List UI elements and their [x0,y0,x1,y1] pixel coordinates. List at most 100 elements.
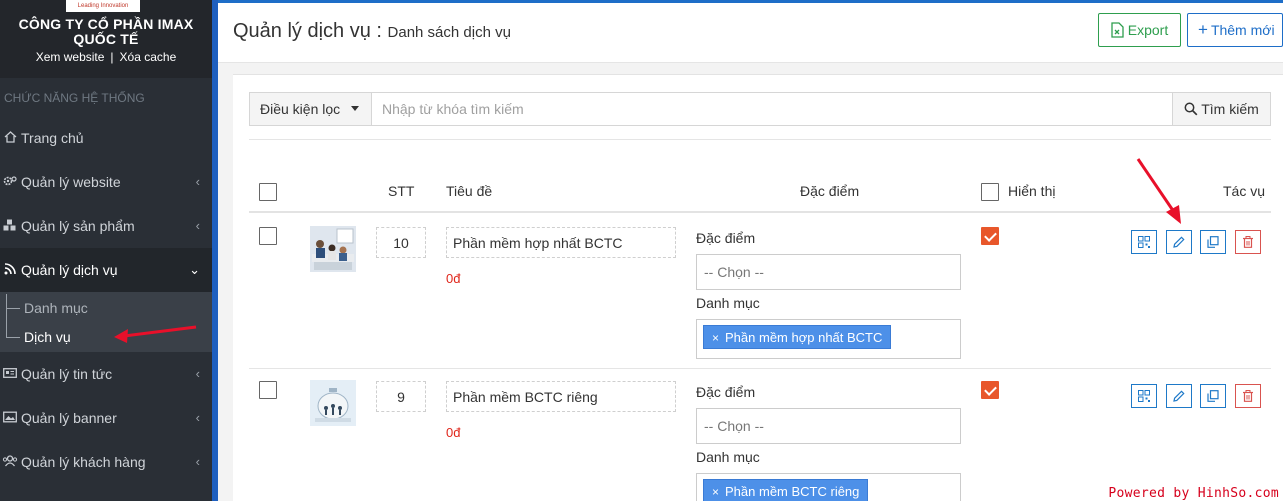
price-text: 0đ [446,425,461,440]
title-input[interactable]: Phần mềm BCTC riêng [446,381,676,412]
row-checkbox[interactable] [259,381,277,399]
sidebar-item-products[interactable]: Quản lý sản phẩm ‹ [0,204,212,248]
qr-code-icon [1138,390,1150,402]
category-tag: × Phần mềm BCTC riêng [703,479,869,501]
duplicate-button[interactable] [1200,230,1226,254]
sidebar-section-title: CHỨC NĂNG HỆ THỐNG [0,78,212,116]
pencil-icon [1173,236,1185,248]
sidebar-item-label: Quản lý tin tức [21,366,113,382]
column-header-title: Tiêu đề [446,183,493,199]
search-input[interactable] [372,93,1174,125]
services-list-panel: Điều kiện lọc Tìm kiếm STT Tiêu đề Đặc đ… [233,74,1283,501]
feature-select[interactable]: -- Chọn -- [696,408,961,444]
search-icon [1184,102,1198,116]
sidebar-item-services[interactable]: Quản lý dịch vụ ⌄ [0,248,212,292]
sidebar-item-label: Quản lý dịch vụ [21,262,118,278]
edit-button[interactable] [1166,384,1192,408]
order-input[interactable]: 10 [376,227,426,258]
category-label: Danh mục [696,295,760,311]
brand-links: Xem website | Xóa cache [0,50,212,64]
add-new-button[interactable]: + Thêm mới [1187,13,1283,47]
sidebar-item-home[interactable]: Trang chủ [0,116,212,160]
gears-icon [2,161,18,205]
export-label: Export [1127,22,1169,38]
column-header-visible: Hiển thị [1008,183,1056,199]
remove-tag-icon[interactable]: × [712,331,719,345]
column-header-feature: Đặc điểm [800,183,860,199]
company-name: CÔNG TY CỔ PHẦN IMAX QUỐC TẾ [18,16,194,47]
chevron-left-icon: ‹ [195,454,200,469]
services-submenu: Danh mục Dịch vụ [0,292,212,352]
page-title: Quản lý dịch vụ : Danh sách dịch vụ [233,20,511,43]
visible-checkbox[interactable] [981,381,999,399]
brand-area: Leading Innovation CÔNG TY CỔ PHẦN IMAX … [0,0,212,78]
users-icon [2,441,18,485]
page-subtitle: Danh sách dịch vụ [387,24,511,41]
sidebar-item-label: Quản lý website [21,174,121,190]
rss-icon [2,249,18,293]
delete-button[interactable] [1235,230,1261,254]
select-all-checkbox[interactable] [259,183,277,201]
sidebar-item-website[interactable]: Quản lý website ‹ [0,160,212,204]
sidebar-item-news[interactable]: Quản lý tin tức ‹ [0,352,212,396]
filter-condition-dropdown[interactable]: Điều kiện lọc [250,93,372,125]
table-header: STT Tiêu đề Đặc điểm Hiển thị Tác vụ [249,175,1271,213]
copy-icon [1207,390,1219,402]
chevron-left-icon: ‹ [195,174,200,189]
sidebar-item-label: Quản lý khách hàng [21,454,146,470]
clear-cache-link[interactable]: Xóa cache [120,50,177,64]
column-header-stt: STT [388,183,415,199]
company-logo[interactable]: Leading Innovation [66,0,140,12]
feature-select[interactable]: -- Chọn -- [696,254,961,290]
chevron-left-icon: ‹ [195,218,200,233]
edit-button[interactable] [1166,230,1192,254]
trash-icon [1243,236,1253,248]
page-header: Quản lý dịch vụ : Danh sách dịch vụ Expo… [218,0,1283,63]
service-thumbnail[interactable] [310,226,356,272]
row-checkbox[interactable] [259,227,277,245]
chevron-down-icon: ⌄ [189,262,200,277]
sidebar-item-customers[interactable]: Quản lý khách hàng ‹ [0,440,212,484]
sidebar-subitem-categories[interactable]: Danh mục [0,294,212,338]
sidebar-item-banner[interactable]: Quản lý banner ‹ [0,396,212,440]
qr-code-button[interactable] [1131,230,1157,254]
home-icon [2,117,18,161]
sidebar-scrollbar[interactable] [212,0,218,501]
caret-down-icon [351,106,359,111]
pencil-icon [1173,390,1185,402]
sidebar-item-label: Quản lý sản phẩm [21,218,135,234]
sidebar: Leading Innovation CÔNG TY CỔ PHẦN IMAX … [0,0,212,501]
sidebar-item-label: Trang chủ [21,130,84,146]
duplicate-button[interactable] [1200,384,1226,408]
trash-icon [1243,390,1253,402]
order-input[interactable]: 9 [376,381,426,412]
qr-code-button[interactable] [1131,384,1157,408]
view-website-link[interactable]: Xem website [36,50,105,64]
service-thumbnail[interactable] [310,380,356,426]
price-text: 0đ [446,271,461,286]
cubes-icon [2,205,18,249]
qr-code-icon [1138,236,1150,248]
sidebar-subitem-services[interactable]: Dịch vụ [0,323,212,352]
remove-tag-icon[interactable]: × [712,485,719,499]
column-header-actions: Tác vụ [1223,183,1266,199]
category-tag-input[interactable]: × Phần mềm hợp nhất BCTC [696,319,961,359]
category-tag-input[interactable]: × Phần mềm BCTC riêng [696,473,961,501]
newspaper-icon [2,353,18,397]
delete-button[interactable] [1235,384,1261,408]
chevron-left-icon: ‹ [195,366,200,381]
divider: | [110,50,114,64]
search-button[interactable]: Tìm kiếm [1172,93,1270,125]
toggle-all-visible-checkbox[interactable] [981,183,999,201]
filter-dropdown-label: Điều kiện lọc [260,101,341,117]
watermark: Powered by HinhSo.com [1106,486,1281,501]
category-label: Danh mục [696,449,760,465]
chevron-left-icon: ‹ [195,410,200,425]
visible-checkbox[interactable] [981,227,999,245]
copy-icon [1207,236,1219,248]
divider [249,139,1271,140]
feature-label: Đặc điểm [696,230,756,246]
export-button[interactable]: Export [1098,13,1181,47]
title-input[interactable]: Phần mềm hợp nhất BCTC [446,227,676,258]
header-accent-line [218,0,1283,3]
